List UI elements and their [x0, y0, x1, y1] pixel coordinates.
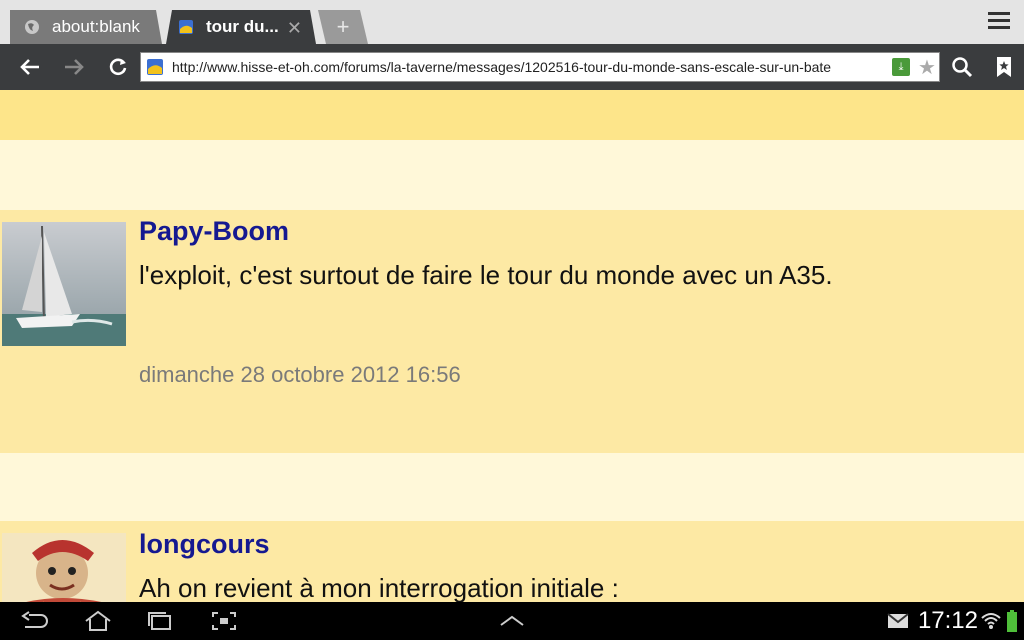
tab-title: about:blank: [52, 17, 140, 36]
separator-band: [0, 140, 1024, 210]
back-icon[interactable]: [14, 602, 54, 640]
avatar[interactable]: [2, 533, 126, 602]
bookmark-icon[interactable]: [984, 44, 1024, 90]
search-icon[interactable]: [942, 44, 982, 90]
site-favicon-icon: [178, 19, 194, 35]
status-clock: 17:12: [917, 607, 978, 634]
menu-icon[interactable]: [988, 12, 1010, 34]
url-text[interactable]: http://www.hisse-et-oh.com/forums/la-tav…: [172, 59, 886, 75]
recent-apps-icon[interactable]: [140, 602, 180, 640]
wifi-icon: [980, 602, 1002, 640]
tab-strip: about:blank tour du... ✕ +: [0, 0, 1024, 44]
post-message: Ah on revient à mon interrogation initia…: [139, 573, 619, 602]
forum-post: Papy-Boom l'exploit, c'est surtout de fa…: [0, 210, 1024, 453]
globe-icon: [24, 19, 40, 35]
home-icon[interactable]: [78, 602, 118, 640]
post-date: dimanche 28 octobre 2012 16:56: [139, 362, 461, 387]
post-author[interactable]: Papy-Boom: [139, 216, 289, 247]
reload-icon[interactable]: [98, 44, 138, 90]
gmail-notification-icon[interactable]: [884, 602, 912, 640]
battery-icon: [1004, 602, 1020, 640]
page-content: Papy-Boom l'exploit, c'est surtout de fa…: [0, 90, 1024, 602]
screenshot-icon[interactable]: [204, 602, 244, 640]
forum-post: longcours Ah on revient à mon interrogat…: [0, 521, 1024, 602]
post-author[interactable]: longcours: [139, 529, 270, 560]
avatar[interactable]: [2, 222, 126, 346]
tab-about-blank[interactable]: about:blank: [10, 10, 162, 44]
tab-current[interactable]: tour du... ✕: [166, 10, 316, 44]
browser-screen: about:blank tour du... ✕ + http://www.hi…: [0, 0, 1024, 640]
extension-icon[interactable]: ⤓: [892, 58, 910, 76]
chevron-up-icon[interactable]: [494, 602, 530, 640]
header-band: [0, 90, 1024, 140]
new-tab-button[interactable]: +: [318, 10, 368, 44]
forward-arrow-icon[interactable]: [54, 44, 94, 90]
address-bar[interactable]: http://www.hisse-et-oh.com/forums/la-tav…: [140, 52, 940, 82]
separator-band: [0, 453, 1024, 521]
site-favicon-icon: [146, 58, 164, 76]
post-message: l'exploit, c'est surtout de faire le tou…: [139, 260, 833, 290]
back-arrow-icon[interactable]: [10, 44, 50, 90]
close-tab-icon[interactable]: ✕: [287, 18, 302, 39]
tab-title: tour du...: [206, 17, 279, 36]
system-nav-bar: 17:12: [0, 602, 1024, 640]
star-bookmark-icon[interactable]: ★: [918, 55, 936, 80]
